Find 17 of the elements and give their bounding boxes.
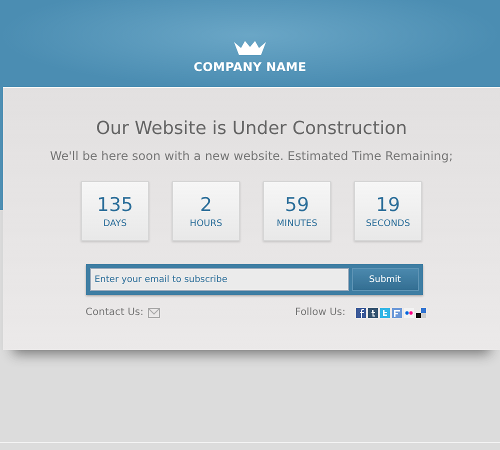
- subtitle: We'll be here soon with a new website. Estimated Time Remaining;: [50, 149, 453, 163]
- delicious-icon[interactable]: [416, 308, 426, 318]
- countdown-box: 59 MINUTES: [263, 181, 331, 241]
- company-name: COMPANY NAME: [194, 60, 306, 74]
- friendfeed-icon[interactable]: [392, 308, 402, 318]
- crown-icon: [232, 40, 268, 56]
- page-title: Our Website is Under Construction: [96, 118, 408, 139]
- tumblr-icon[interactable]: [368, 308, 378, 318]
- submit-button[interactable]: Submit: [352, 268, 418, 291]
- flickr-icon[interactable]: [404, 308, 414, 318]
- email-field[interactable]: Enter your email to subscribe: [90, 268, 348, 291]
- facebook-icon[interactable]: [356, 308, 366, 318]
- follow-label: Follow Us:: [295, 307, 346, 318]
- contact-label: Contact Us:: [86, 307, 144, 318]
- countdown-box: 135 DAYS: [81, 181, 149, 241]
- countdown-box: 2 HOURS: [172, 181, 240, 241]
- countdown-box: 19 SECONDS: [354, 181, 422, 241]
